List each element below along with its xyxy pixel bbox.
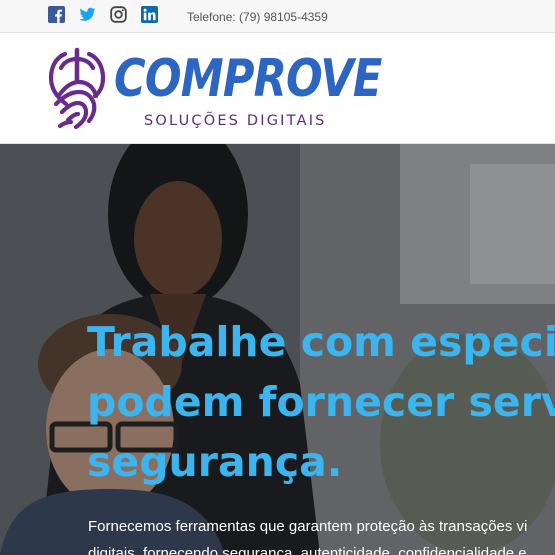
fingerprint-logo-icon <box>48 47 106 130</box>
phone-number: Telefone: (79) 98105-4359 <box>187 10 328 24</box>
facebook-icon <box>48 6 65 23</box>
top-bar: Telefone: (79) 98105-4359 <box>0 0 555 33</box>
hero-description: Fornecemos ferramentas que garantem prot… <box>88 513 555 555</box>
hero-title: Trabalhe com especial podem fornecer ser… <box>87 312 555 492</box>
site-logo[interactable]: COMPROVE SOLUÇÕES DIGITAIS <box>46 46 382 134</box>
hero-section: Trabalhe com especial podem fornecer ser… <box>0 144 555 555</box>
hero-description-line: digitais, fornecendo segurança, autentic… <box>88 545 527 555</box>
facebook-link[interactable] <box>48 6 65 23</box>
hero-title-line: podem fornecer serviç <box>87 378 555 426</box>
linkedin-icon <box>141 6 158 23</box>
linkedin-link[interactable] <box>141 6 158 23</box>
hero-description-line: Fornecemos ferramentas que garantem prot… <box>88 518 528 535</box>
instagram-link[interactable] <box>110 6 127 23</box>
logo-tagline: SOLUÇÕES DIGITAIS <box>144 113 327 129</box>
twitter-icon <box>79 7 96 21</box>
hero-title-line: segurança. <box>87 438 343 486</box>
site-header: COMPROVE SOLUÇÕES DIGITAIS <box>0 33 555 144</box>
instagram-icon <box>110 6 127 23</box>
twitter-link[interactable] <box>79 6 96 23</box>
hero-title-line: Trabalhe com especial <box>87 318 555 366</box>
social-links <box>48 6 158 23</box>
logo-wordmark: COMPROVE <box>114 49 382 109</box>
